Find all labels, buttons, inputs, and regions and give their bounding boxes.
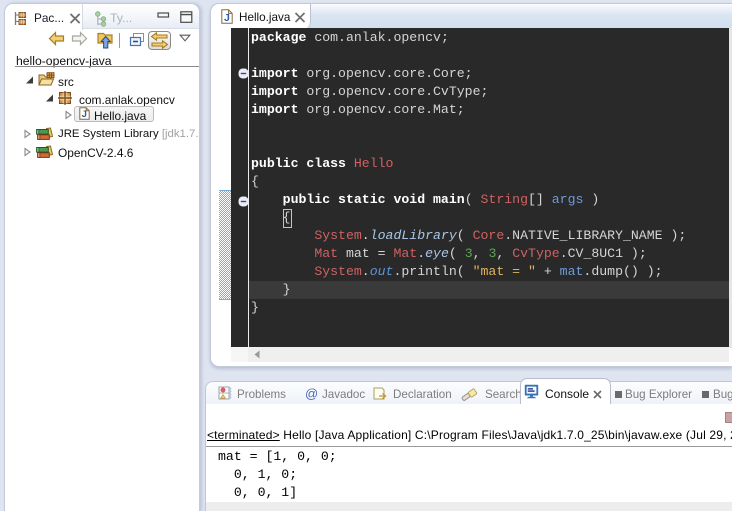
svg-text:J: J xyxy=(82,109,87,120)
svg-text:J: J xyxy=(224,12,230,24)
